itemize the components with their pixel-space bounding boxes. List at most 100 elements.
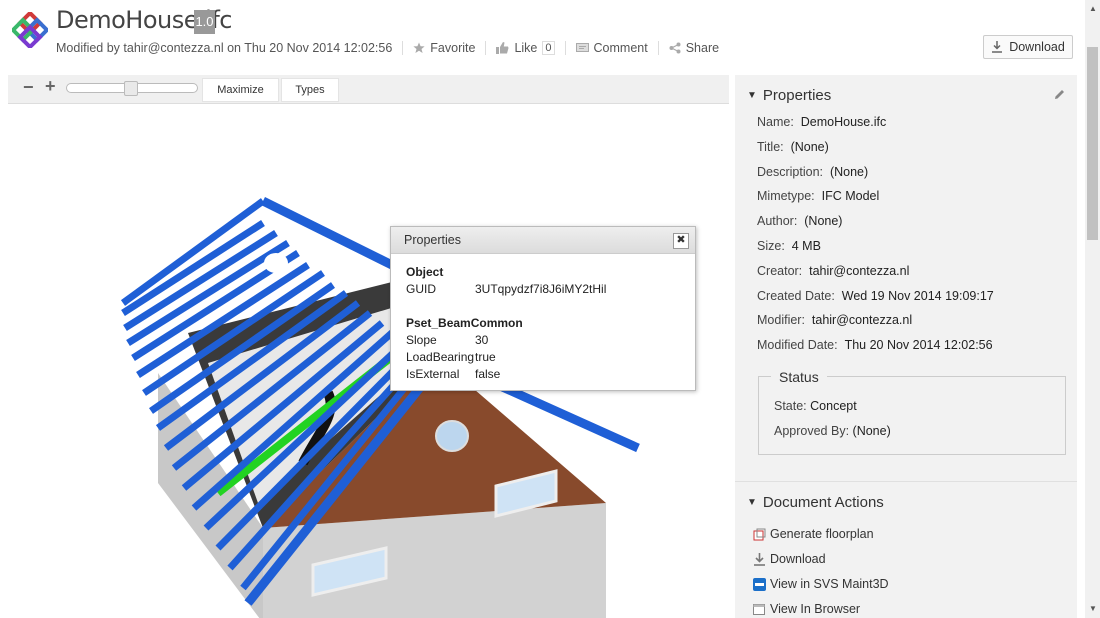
state-value: Concept xyxy=(810,399,857,413)
property-value: tahir@contezza.nl xyxy=(809,263,910,278)
status-box xyxy=(758,376,1066,455)
popup-row-loadbearing: LoadBearing true xyxy=(406,349,680,366)
property-row: Created Date: Wed 19 Nov 2014 19:09:17 xyxy=(757,289,994,303)
action-view-svs-maint3d[interactable]: View in SVS Maint3D xyxy=(753,577,889,591)
properties-heading[interactable]: ▼ Properties xyxy=(747,87,831,104)
popup-key: IsExternal xyxy=(406,367,460,381)
property-label: Created Date: xyxy=(757,288,835,303)
favorite-label: Favorite xyxy=(430,41,476,55)
property-value: Wed 19 Nov 2014 19:09:17 xyxy=(841,288,994,303)
property-label: Creator: xyxy=(757,263,803,278)
scrollbar-thumb[interactable] xyxy=(1087,47,1098,240)
download-button-label: Download xyxy=(1009,40,1065,54)
popup-title: Properties xyxy=(391,227,695,254)
property-label: Modified Date: xyxy=(757,338,838,353)
app-logo-icon xyxy=(12,12,48,48)
document-details-panel: ▼ Properties Name: DemoHouse.ifc Title: (N… xyxy=(735,75,1077,618)
action-label: Generate floorplan xyxy=(770,527,874,541)
download-button[interactable]: Download xyxy=(983,35,1073,59)
property-label: Modifier: xyxy=(757,313,805,328)
share-label: Share xyxy=(685,41,720,55)
property-value: 4 MB xyxy=(791,239,821,253)
popup-value: 30 xyxy=(475,333,489,347)
property-label: Size: xyxy=(757,239,785,253)
action-download[interactable]: Download xyxy=(753,552,826,566)
status-state: State: Concept xyxy=(774,399,857,413)
share-link[interactable]: Share xyxy=(669,41,719,55)
zoom-slider-handle[interactable] xyxy=(124,81,138,96)
property-row: Mimetype: IFC Model xyxy=(757,189,879,203)
action-view-in-browser[interactable]: View In Browser xyxy=(753,602,860,616)
document-meta: Modified by tahir@contezza.nl on Thu 20 … xyxy=(56,41,719,55)
scroll-up-arrow-icon[interactable]: ▲ xyxy=(1089,4,1097,13)
property-row: Creator: tahir@contezza.nl xyxy=(757,264,909,278)
comment-label: Comment xyxy=(593,41,648,55)
maximize-button[interactable]: Maximize xyxy=(202,78,279,102)
popup-value: 3UTqpydzf7i8J6iMY2tHil xyxy=(475,282,607,296)
property-value: IFC Model xyxy=(821,189,880,204)
approved-label: Approved By: xyxy=(774,424,850,438)
popup-row-guid: GUID 3UTqpydzf7i8J6iMY2tHil xyxy=(406,281,680,298)
property-row: Size: 4 MB xyxy=(757,239,821,253)
status-heading: Status xyxy=(771,369,827,385)
popup-value: false xyxy=(475,367,501,381)
browser-icon xyxy=(753,603,765,615)
property-label: Author: xyxy=(757,214,798,229)
like-count: 0 xyxy=(542,41,555,55)
property-label: Name: xyxy=(757,115,794,129)
property-label: Mimetype: xyxy=(757,189,815,204)
viewer-toolbar: − + Maximize Types xyxy=(8,75,729,104)
action-label: View In Browser xyxy=(770,602,861,616)
thumbs-up-icon xyxy=(496,42,509,54)
property-value: DemoHouse.ifc xyxy=(800,115,887,129)
star-icon xyxy=(413,42,425,53)
comment-link[interactable]: Comment xyxy=(575,41,648,55)
comment-icon xyxy=(575,42,589,52)
popup-key: Slope xyxy=(406,333,437,347)
property-row: Description: (None) xyxy=(757,165,868,179)
action-generate-floorplan[interactable]: Generate floorplan xyxy=(753,527,874,541)
collapse-triangle-icon: ▼ xyxy=(747,497,757,508)
property-value: (None) xyxy=(829,164,869,179)
popup-value: true xyxy=(475,350,496,364)
page-scrollbar[interactable]: ▲ ▼ xyxy=(1085,0,1100,618)
popup-section-pset: Pset_BeamCommon xyxy=(406,316,523,330)
popup-key: LoadBearing xyxy=(406,350,475,364)
properties-popup: Properties ✖ Object GUID 3UTqpydzf7i8J6iM… xyxy=(390,226,696,391)
property-value: (None) xyxy=(804,214,843,229)
floorplan-icon xyxy=(753,528,766,540)
property-value: tahir@contezza.nl xyxy=(811,313,913,328)
popup-close-button[interactable]: ✖ xyxy=(673,233,689,249)
svs-icon xyxy=(753,577,766,591)
ifc-3d-viewer[interactable]: − + Maximize Types Properties ✖ Object G… xyxy=(8,75,729,618)
zoom-slider[interactable] xyxy=(66,81,198,96)
popup-row-isexternal: IsExternal false xyxy=(406,366,680,383)
download-icon xyxy=(992,41,1003,53)
property-row: Author: (None) xyxy=(757,214,842,228)
approved-value: (None) xyxy=(852,424,891,438)
document-actions-heading[interactable]: ▼ Document Actions xyxy=(747,494,884,511)
like-label: Like xyxy=(514,41,538,55)
zoom-in-button[interactable]: + xyxy=(45,76,56,97)
edit-pencil-icon[interactable] xyxy=(1053,88,1066,101)
types-button[interactable]: Types xyxy=(281,78,339,102)
document-actions-label: Document Actions xyxy=(762,494,884,511)
download-icon xyxy=(754,552,765,566)
panel-divider xyxy=(735,481,1077,482)
zoom-out-button[interactable]: − xyxy=(23,77,34,98)
property-row: Title: (None) xyxy=(757,140,829,154)
action-label: View in SVS Maint3D xyxy=(770,577,889,591)
action-label: Download xyxy=(770,552,826,566)
collapse-triangle-icon: ▼ xyxy=(747,90,757,101)
like-link[interactable]: Like 0 xyxy=(496,41,555,55)
favorite-link[interactable]: Favorite xyxy=(413,41,475,55)
modified-info: Modified by tahir@contezza.nl on Thu 20 … xyxy=(56,41,393,55)
scroll-down-arrow-icon[interactable]: ▼ xyxy=(1089,604,1097,613)
property-row: Name: DemoHouse.ifc xyxy=(757,115,886,129)
document-header: DemoHouse.ifc 1.0 Modified by tahir@cont… xyxy=(0,0,1085,70)
share-icon xyxy=(669,42,681,54)
popup-key: GUID xyxy=(406,282,436,296)
popup-section-object: Object xyxy=(406,265,444,279)
property-value: Thu 20 Nov 2014 12:02:56 xyxy=(844,338,993,353)
state-label: State: xyxy=(774,399,807,413)
